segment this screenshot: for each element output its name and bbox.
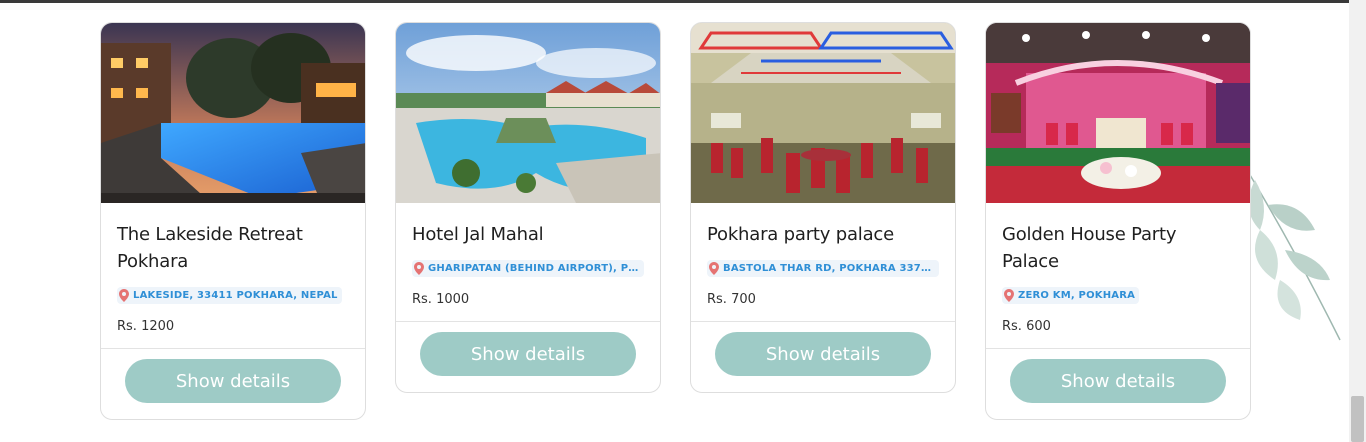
venue-card-list: The Lakeside Retreat Pokhara LAKESIDE, 3… bbox=[100, 22, 1251, 420]
venue-card[interactable]: The Lakeside Retreat Pokhara LAKESIDE, 3… bbox=[100, 22, 366, 420]
venue-location: LAKESIDE, 33411 POKHARA, NEPAL bbox=[133, 290, 338, 301]
venue-photo[interactable] bbox=[101, 23, 365, 203]
decorative-leaf-icon bbox=[1248, 174, 1341, 341]
venue-location-badge: BASTOLA THAR RD, POKHARA 33700 bbox=[707, 260, 939, 277]
venue-title[interactable]: Hotel Jal Mahal bbox=[412, 221, 644, 248]
venue-card-footer: Show details bbox=[396, 322, 660, 392]
venue-price: Rs. 1200 bbox=[117, 319, 175, 334]
map-pin-icon bbox=[1004, 289, 1014, 302]
venue-location-badge: LAKESIDE, 33411 POKHARA, NEPAL bbox=[117, 287, 342, 304]
venue-location: ZERO KM, POKHARA bbox=[1018, 290, 1136, 301]
venue-card[interactable]: Pokhara party palace BASTOLA THAR RD, PO… bbox=[690, 22, 956, 393]
venue-title[interactable]: The Lakeside Retreat Pokhara bbox=[117, 221, 349, 275]
show-details-button[interactable]: Show details bbox=[420, 332, 636, 376]
venue-info: Golden House Party Palace ZERO KM, POKHA… bbox=[986, 203, 1250, 349]
venue-info: Hotel Jal Mahal GHARIPATAN (BEHIND AIRPO… bbox=[396, 203, 660, 322]
venue-card-footer: Show details bbox=[986, 349, 1250, 419]
venue-location-badge: GHARIPATAN (BEHIND AIRPORT), POKHARA bbox=[412, 260, 644, 277]
venue-title[interactable]: Pokhara party palace bbox=[707, 221, 939, 248]
show-details-button[interactable]: Show details bbox=[1010, 359, 1226, 403]
show-details-button[interactable]: Show details bbox=[715, 332, 931, 376]
venue-title[interactable]: Golden House Party Palace bbox=[1002, 221, 1234, 275]
venue-photo[interactable] bbox=[986, 23, 1250, 203]
map-pin-icon bbox=[119, 289, 129, 302]
venue-card[interactable]: Hotel Jal Mahal GHARIPATAN (BEHIND AIRPO… bbox=[395, 22, 661, 393]
venue-location: GHARIPATAN (BEHIND AIRPORT), POKHARA bbox=[428, 263, 640, 274]
venue-photo[interactable] bbox=[396, 23, 660, 203]
venue-info: Pokhara party palace BASTOLA THAR RD, PO… bbox=[691, 203, 955, 322]
venue-card-footer: Show details bbox=[691, 322, 955, 392]
scrollbar-thumb[interactable] bbox=[1351, 396, 1364, 442]
map-pin-icon bbox=[414, 262, 424, 275]
show-details-button[interactable]: Show details bbox=[125, 359, 341, 403]
venue-photo[interactable] bbox=[691, 23, 955, 203]
vertical-scrollbar[interactable] bbox=[1349, 0, 1366, 442]
venue-price: Rs. 1000 bbox=[412, 292, 470, 307]
top-border bbox=[0, 0, 1366, 3]
venue-location-badge: ZERO KM, POKHARA bbox=[1002, 287, 1140, 304]
map-pin-icon bbox=[709, 262, 719, 275]
venue-info: The Lakeside Retreat Pokhara LAKESIDE, 3… bbox=[101, 203, 365, 349]
venue-card-footer: Show details bbox=[101, 349, 365, 419]
venue-location: BASTOLA THAR RD, POKHARA 33700 bbox=[723, 263, 935, 274]
venue-price: Rs. 600 bbox=[1002, 319, 1051, 334]
venue-price: Rs. 700 bbox=[707, 292, 756, 307]
venue-card[interactable]: Golden House Party Palace ZERO KM, POKHA… bbox=[985, 22, 1251, 420]
